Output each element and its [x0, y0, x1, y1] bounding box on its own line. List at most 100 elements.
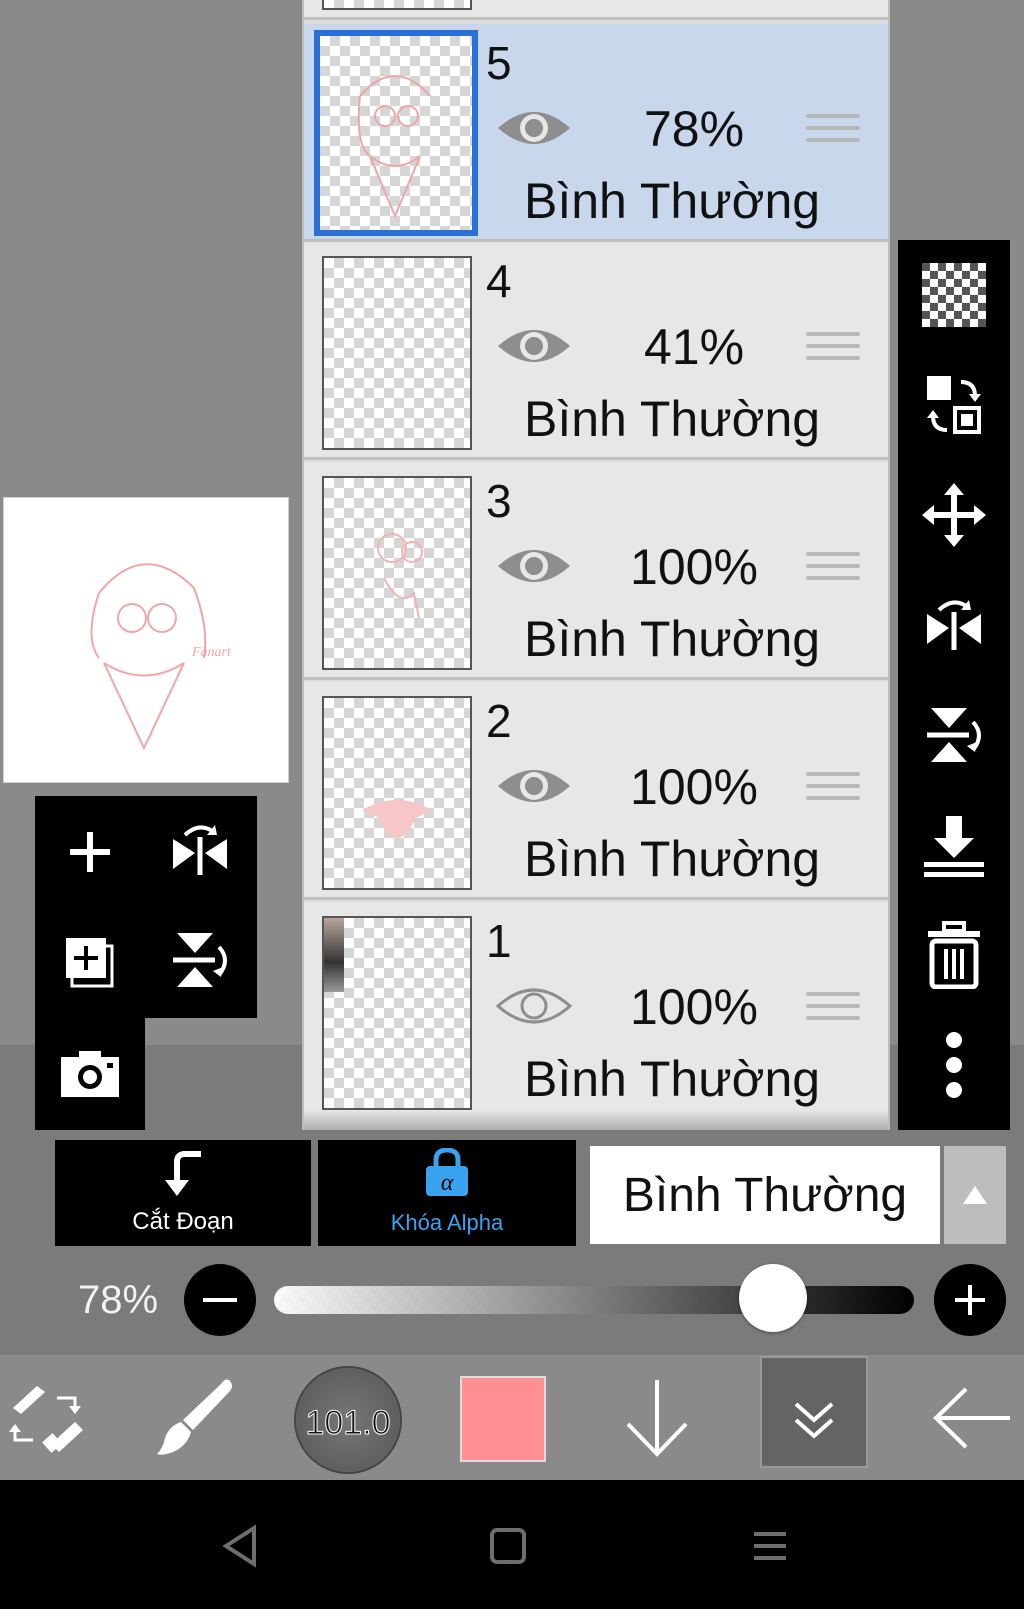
merge-down-button[interactable]: [898, 790, 1010, 900]
visibility-eye-icon[interactable]: [494, 540, 574, 592]
collapse-panel-button[interactable]: [760, 1356, 868, 1468]
checkerboard-icon: [922, 263, 986, 327]
visibility-eye-icon[interactable]: [494, 102, 574, 154]
brush-size-value: 101.0: [305, 1404, 391, 1443]
flip-horizontal-layer-button[interactable]: [898, 570, 1010, 680]
layer-row-1[interactable]: 1 100% Bình Thường: [304, 902, 888, 1130]
camera-button[interactable]: [50, 1034, 130, 1114]
brush-eraser-swap-icon: [9, 1386, 83, 1453]
layer-row-2[interactable]: 2 100% Bình Thường: [304, 682, 888, 900]
drag-handle-icon[interactable]: [806, 114, 860, 158]
nav-home-icon[interactable]: [488, 1526, 528, 1566]
triangle-up-icon: [963, 1186, 987, 1204]
flip-vertical-icon: [173, 933, 227, 987]
opacity-decrease-button[interactable]: [184, 1264, 256, 1336]
layer-blend-mode: Bình Thường: [524, 831, 821, 887]
arrow-down-icon: [626, 1380, 688, 1457]
layer-thumbnail: [322, 256, 472, 450]
flip-horizontal-icon: [173, 825, 227, 875]
layer-number: 2: [486, 695, 512, 747]
blend-mode-select[interactable]: Bình Thường: [590, 1146, 940, 1244]
clip-arrow-icon: [165, 1151, 201, 1196]
minus-icon: [203, 1298, 237, 1302]
layer-thumbnail: [322, 696, 472, 890]
brush-size-button[interactable]: 101.0: [296, 1368, 400, 1472]
layer-blend-mode: Bình Thường: [524, 611, 821, 667]
down-arrow-button[interactable]: [612, 1356, 702, 1480]
more-options-button[interactable]: [898, 1010, 1010, 1120]
swap-tool-button[interactable]: [0, 1356, 90, 1480]
layer-row-4[interactable]: 4 41% Bình Thường: [304, 242, 888, 460]
opacity-slider-knob[interactable]: [739, 1264, 808, 1332]
plus-icon: [70, 832, 110, 872]
nav-back-icon[interactable]: [220, 1524, 260, 1568]
layer-number: 4: [486, 255, 512, 307]
move-button[interactable]: [898, 460, 1010, 570]
alpha-lock-button[interactable]: α Khóa Alpha: [318, 1140, 576, 1246]
flip-horizontal-button[interactable]: [160, 812, 240, 892]
layer-3-sketch: [377, 533, 423, 619]
visibility-eye-icon[interactable]: [494, 760, 574, 812]
alpha-lock-label: Khóa Alpha: [390, 1210, 504, 1235]
layer-2-sketch: [362, 800, 432, 838]
layer-blend-mode: Bình Thường: [524, 391, 821, 447]
layer-list[interactable]: 5 78% Bình Thường 4 41% Bình Thường 3 10…: [302, 0, 890, 1130]
navigator-preview[interactable]: Fanart: [4, 498, 288, 782]
swap-layer-button[interactable]: [898, 350, 1010, 460]
alpha-lock-icon: α: [426, 1147, 468, 1196]
opacity-increase-button[interactable]: [934, 1264, 1006, 1336]
drag-handle-icon[interactable]: [806, 772, 860, 816]
layer-row-3[interactable]: 3 100% Bình Thường: [304, 462, 888, 680]
layer-action-strip: [898, 240, 1010, 1130]
merge-down-icon: [924, 816, 984, 877]
layer-thumbnail: [322, 0, 472, 10]
flip-vertical-button[interactable]: [160, 920, 240, 1000]
opacity-value-label: 78%: [78, 1278, 159, 1322]
visibility-eye-hidden-icon[interactable]: [494, 980, 574, 1032]
drag-handle-icon[interactable]: [806, 552, 860, 596]
layer-row-partial[interactable]: [304, 0, 888, 20]
layer-opacity: 100%: [630, 979, 758, 1035]
swap-icon: [927, 376, 981, 434]
layer-1-photo-fragment: [324, 918, 344, 992]
preview-sketch: Fanart: [90, 563, 232, 751]
back-arrow-button[interactable]: [920, 1356, 1024, 1480]
move-arrows-icon: [922, 483, 986, 547]
layer-number: 1: [486, 915, 512, 967]
clipping-button[interactable]: Cắt Đoạn: [55, 1140, 311, 1246]
svg-text:α: α: [441, 1170, 454, 1196]
blend-mode-dropdown-button[interactable]: [944, 1146, 1006, 1244]
transparency-button[interactable]: [898, 240, 1010, 350]
layer-opacity: 41%: [643, 319, 745, 375]
layer-row-5[interactable]: 5 78% Bình Thường: [304, 24, 888, 242]
brush-icon: [157, 1379, 232, 1455]
layer-number: 5: [486, 37, 512, 89]
drag-handle-icon[interactable]: [806, 332, 860, 376]
add-layer-button[interactable]: [50, 812, 130, 892]
drag-handle-icon[interactable]: [806, 992, 860, 1036]
more-vertical-icon: [946, 1032, 962, 1098]
flip-vertical-icon: [927, 708, 981, 762]
layer-thumbnail: [322, 916, 472, 1110]
layer-opacity: 78%: [643, 101, 745, 157]
opacity-slider-track[interactable]: [274, 1286, 914, 1314]
layer-number: 3: [486, 475, 512, 527]
nav-recents-icon[interactable]: [750, 1526, 790, 1566]
color-swatch-button[interactable]: [462, 1378, 544, 1460]
layer-5-sketch: [357, 75, 431, 219]
flip-vertical-layer-button[interactable]: [898, 680, 1010, 790]
layer-thumbnail: [322, 476, 472, 670]
list-scroll-shadow: [304, 1110, 888, 1130]
copy-layer-icon: [66, 938, 114, 988]
visibility-eye-icon[interactable]: [494, 320, 574, 372]
brush-tool-button[interactable]: [150, 1356, 240, 1480]
camera-icon: [61, 1051, 119, 1097]
clipping-label: Cắt Đoạn: [132, 1208, 234, 1235]
double-chevron-down-icon: [794, 1402, 834, 1439]
system-navigation-bar: [0, 1480, 1024, 1609]
arrow-left-icon: [933, 1387, 1010, 1449]
layer-blend-mode: Bình Thường: [524, 1051, 821, 1107]
delete-layer-button[interactable]: [898, 900, 1010, 1010]
flip-horizontal-icon: [927, 600, 981, 650]
duplicate-layer-button[interactable]: [50, 920, 130, 1000]
